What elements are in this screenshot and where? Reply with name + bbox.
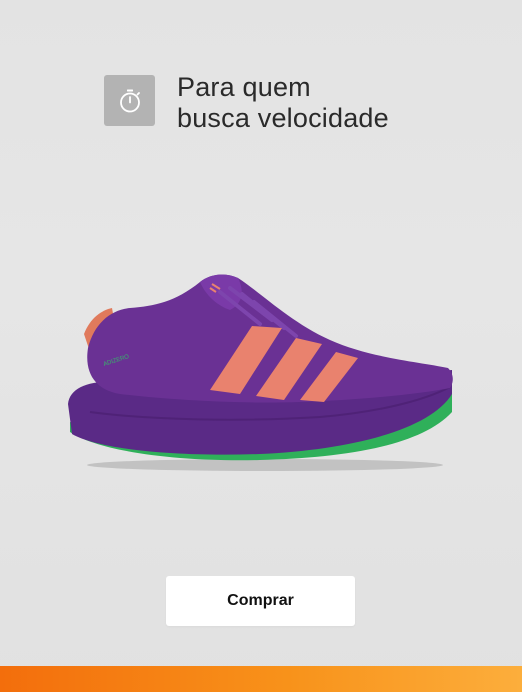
accent-bar [0, 666, 522, 692]
headline: Para quem busca velocidade [104, 72, 389, 134]
promo-card: Para quem busca velocidade ADIZERO Compr… [0, 0, 522, 692]
stopwatch-icon [104, 75, 155, 126]
headline-line-1: Para quem [177, 72, 311, 102]
headline-title: Para quem busca velocidade [177, 72, 389, 134]
buy-button[interactable]: Comprar [166, 576, 355, 626]
running-shoe-image: ADIZERO [60, 262, 460, 482]
headline-line-2: busca velocidade [177, 103, 389, 133]
